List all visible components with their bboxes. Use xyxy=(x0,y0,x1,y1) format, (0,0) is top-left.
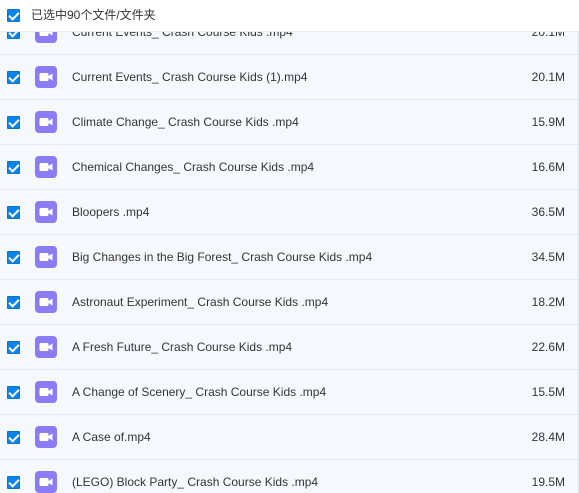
video-file-icon xyxy=(35,336,57,358)
row-checkbox[interactable] xyxy=(7,386,20,399)
row-checkbox[interactable] xyxy=(7,71,20,84)
row-checkbox[interactable] xyxy=(7,296,20,309)
file-name[interactable]: A Case of.mp4 xyxy=(72,429,151,445)
file-size: 36.5M xyxy=(531,205,565,219)
video-file-icon xyxy=(35,66,57,88)
file-name[interactable]: A Fresh Future_ Crash Course Kids .mp4 xyxy=(72,339,292,355)
file-name[interactable]: Climate Change_ Crash Course Kids .mp4 xyxy=(72,114,299,130)
row-checkbox[interactable] xyxy=(7,116,20,129)
file-list-panel: Current Events_ Crash Course Kids .mp4 2… xyxy=(0,0,579,493)
file-size: 15.5M xyxy=(531,385,565,399)
file-size: 15.9M xyxy=(531,115,565,129)
row-checkbox[interactable] xyxy=(7,341,20,354)
file-row[interactable]: A Case of.mp4 28.4M xyxy=(0,415,579,460)
file-name[interactable]: Bloopers .mp4 xyxy=(72,204,149,220)
video-file-icon xyxy=(35,471,57,493)
selection-header: 已选中90个文件/文件夹 xyxy=(0,0,579,32)
select-all-checkbox[interactable] xyxy=(7,9,20,22)
file-row[interactable]: Current Events_ Crash Course Kids (1).mp… xyxy=(0,55,579,100)
file-size: 16.6M xyxy=(531,160,565,174)
file-row[interactable]: Climate Change_ Crash Course Kids .mp4 1… xyxy=(0,100,579,145)
video-file-icon xyxy=(35,291,57,313)
video-file-icon xyxy=(35,246,57,268)
row-checkbox[interactable] xyxy=(7,476,20,489)
file-name[interactable]: Big Changes in the Big Forest_ Crash Cou… xyxy=(72,249,372,265)
row-checkbox[interactable] xyxy=(7,206,20,219)
file-row[interactable]: (LEGO) Block Party_ Crash Course Kids .m… xyxy=(0,460,579,493)
row-checkbox[interactable] xyxy=(7,161,20,174)
file-row[interactable]: A Change of Scenery_ Crash Course Kids .… xyxy=(0,370,579,415)
file-size: 19.5M xyxy=(531,475,565,489)
file-name[interactable]: Astronaut Experiment_ Crash Course Kids … xyxy=(72,294,328,310)
row-checkbox[interactable] xyxy=(7,431,20,444)
video-file-icon xyxy=(35,201,57,223)
video-file-icon xyxy=(35,156,57,178)
file-row[interactable]: Astronaut Experiment_ Crash Course Kids … xyxy=(0,280,579,325)
video-file-icon xyxy=(35,426,57,448)
file-name[interactable]: (LEGO) Block Party_ Crash Course Kids .m… xyxy=(72,474,318,490)
file-row[interactable]: Chemical Changes_ Crash Course Kids .mp4… xyxy=(0,145,579,190)
file-row[interactable]: Bloopers .mp4 36.5M xyxy=(0,190,579,235)
file-row[interactable]: A Fresh Future_ Crash Course Kids .mp4 2… xyxy=(0,325,579,370)
video-file-icon xyxy=(35,381,57,403)
file-size: 18.2M xyxy=(531,295,565,309)
file-size: 28.4M xyxy=(531,430,565,444)
file-size: 20.1M xyxy=(531,70,565,84)
file-name[interactable]: Current Events_ Crash Course Kids (1).mp… xyxy=(72,69,307,85)
file-size: 22.6M xyxy=(531,340,565,354)
selected-count-label: 已选中90个文件/文件夹 xyxy=(31,8,156,22)
file-name[interactable]: A Change of Scenery_ Crash Course Kids .… xyxy=(72,384,326,400)
file-size: 34.5M xyxy=(531,250,565,264)
file-name[interactable]: Chemical Changes_ Crash Course Kids .mp4 xyxy=(72,159,314,175)
video-file-icon xyxy=(35,111,57,133)
row-checkbox[interactable] xyxy=(7,251,20,264)
file-row[interactable]: Big Changes in the Big Forest_ Crash Cou… xyxy=(0,235,579,280)
